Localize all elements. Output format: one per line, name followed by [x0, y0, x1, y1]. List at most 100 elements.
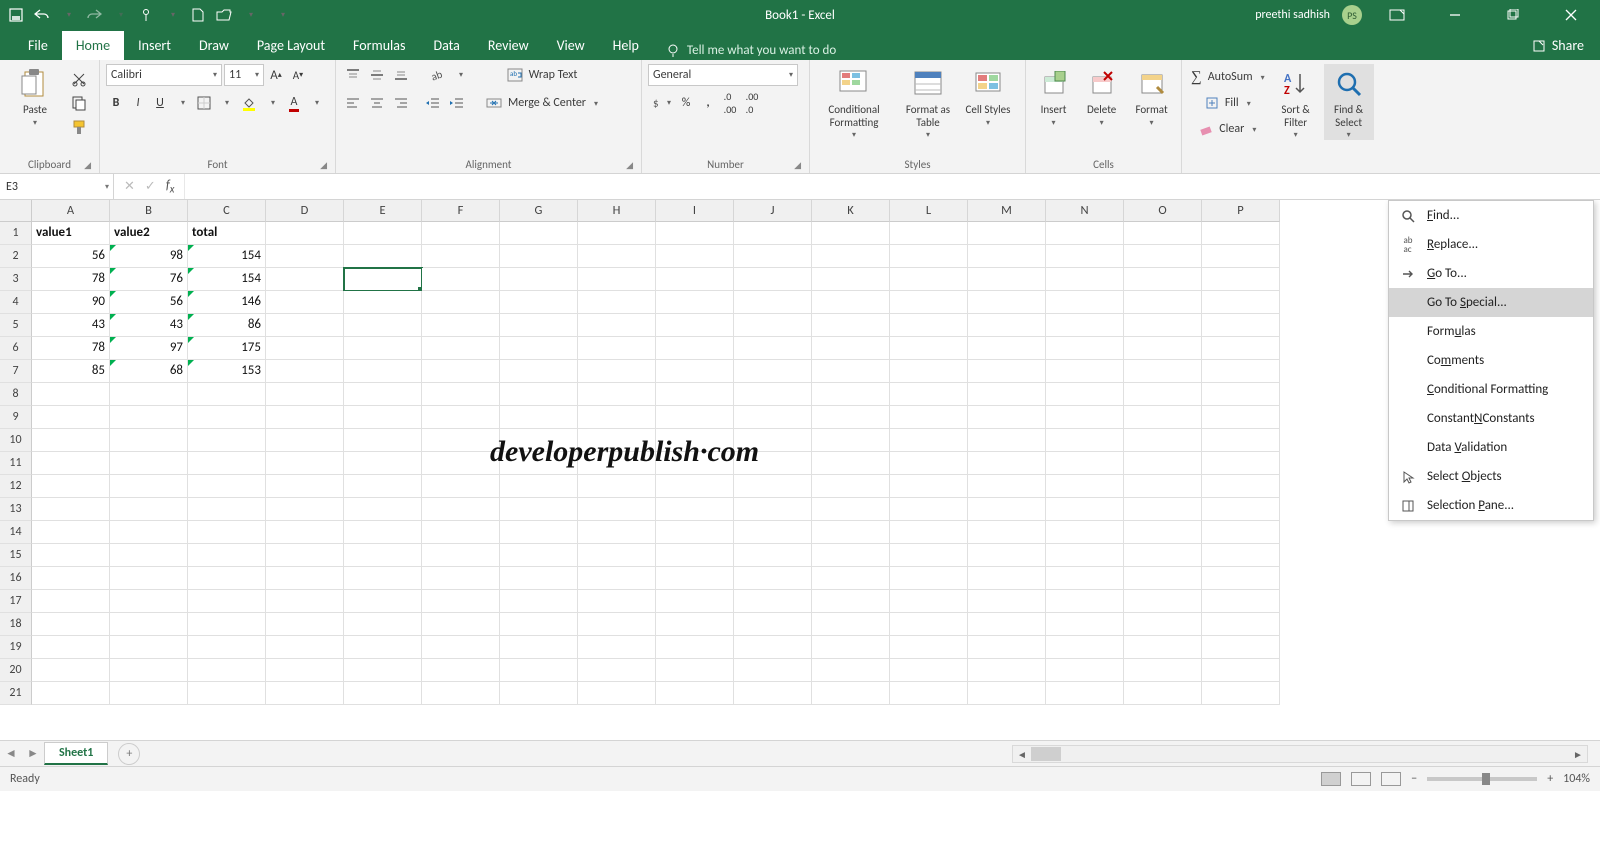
cell[interactable] — [188, 429, 266, 452]
cell[interactable] — [344, 613, 422, 636]
cell[interactable] — [266, 222, 344, 245]
cell[interactable]: 78 — [32, 337, 110, 360]
paste-button[interactable]: Paste ▾ — [6, 64, 64, 128]
row-header[interactable]: 10 — [0, 429, 32, 452]
cell[interactable] — [500, 521, 578, 544]
cell[interactable] — [578, 360, 656, 383]
cell[interactable] — [344, 659, 422, 682]
cell[interactable] — [1046, 314, 1124, 337]
cell[interactable] — [968, 429, 1046, 452]
cell[interactable]: value1 — [32, 222, 110, 245]
cell[interactable] — [578, 521, 656, 544]
cell[interactable]: 85 — [32, 360, 110, 383]
fill-color-dropdown[interactable] — [262, 92, 282, 114]
cell[interactable] — [734, 314, 812, 337]
cell[interactable] — [890, 521, 968, 544]
cell[interactable] — [890, 452, 968, 475]
cell[interactable] — [422, 521, 500, 544]
cell[interactable] — [890, 613, 968, 636]
cell[interactable] — [968, 406, 1046, 429]
cell[interactable] — [188, 659, 266, 682]
tab-formulas[interactable]: Formulas — [339, 31, 419, 60]
cell[interactable] — [890, 383, 968, 406]
close-button[interactable] — [1548, 0, 1594, 30]
cell[interactable] — [500, 590, 578, 613]
menu-item[interactable]: ConstantNConstants — [1389, 404, 1593, 433]
cell[interactable] — [1202, 613, 1280, 636]
cell[interactable] — [344, 360, 422, 383]
font-launcher-icon[interactable]: ◢ — [320, 160, 327, 171]
cell[interactable] — [890, 314, 968, 337]
new-file-icon[interactable] — [190, 7, 206, 23]
cell[interactable] — [344, 521, 422, 544]
horizontal-scrollbar[interactable]: ◄► — [1012, 745, 1588, 763]
view-page-layout-icon[interactable] — [1351, 772, 1371, 786]
menu-item[interactable]: Selection Pane... — [1389, 491, 1593, 520]
tab-home[interactable]: Home — [62, 31, 124, 60]
cell[interactable] — [812, 590, 890, 613]
cell[interactable] — [656, 613, 734, 636]
column-header[interactable]: A — [32, 200, 110, 222]
cell[interactable] — [656, 498, 734, 521]
cell[interactable] — [32, 452, 110, 475]
cell[interactable] — [344, 498, 422, 521]
cell[interactable] — [266, 314, 344, 337]
delete-cells-button[interactable]: Delete▾ — [1079, 64, 1124, 128]
column-header[interactable]: F — [422, 200, 500, 222]
cell[interactable] — [890, 245, 968, 268]
cell[interactable] — [1202, 659, 1280, 682]
cell[interactable] — [812, 452, 890, 475]
user-avatar[interactable]: PS — [1342, 5, 1362, 25]
orientation-icon[interactable]: ab — [426, 64, 448, 86]
column-header[interactable]: K — [812, 200, 890, 222]
cell[interactable] — [500, 636, 578, 659]
cell[interactable] — [1124, 406, 1202, 429]
cell[interactable] — [110, 636, 188, 659]
row-header[interactable]: 8 — [0, 383, 32, 406]
cell[interactable] — [1124, 291, 1202, 314]
view-normal-icon[interactable] — [1321, 772, 1341, 786]
format-as-table-button[interactable]: Format as Table▾ — [896, 64, 960, 140]
cell[interactable] — [188, 383, 266, 406]
cell[interactable] — [1046, 544, 1124, 567]
cell[interactable]: 56 — [110, 291, 188, 314]
column-header[interactable]: D — [266, 200, 344, 222]
cell[interactable] — [422, 636, 500, 659]
cell[interactable] — [500, 245, 578, 268]
menu-item[interactable]: Go To Special... — [1389, 288, 1593, 317]
column-header[interactable]: H — [578, 200, 656, 222]
cell[interactable] — [344, 245, 422, 268]
orientation-dropdown[interactable] — [450, 64, 470, 86]
user-name[interactable]: preethi sadhish — [1255, 8, 1330, 22]
cell[interactable] — [500, 337, 578, 360]
cell[interactable] — [734, 613, 812, 636]
cell[interactable] — [890, 337, 968, 360]
cell[interactable] — [188, 521, 266, 544]
fill-button[interactable]: Fill — [1188, 92, 1268, 114]
cell[interactable] — [812, 567, 890, 590]
cell[interactable] — [1046, 521, 1124, 544]
borders-dropdown[interactable] — [216, 92, 236, 114]
cell[interactable] — [1124, 521, 1202, 544]
cell[interactable] — [734, 406, 812, 429]
cell[interactable] — [812, 429, 890, 452]
cell[interactable] — [812, 222, 890, 245]
cell[interactable] — [734, 682, 812, 705]
cell[interactable]: 153 — [188, 360, 266, 383]
cell[interactable] — [656, 383, 734, 406]
cell[interactable] — [188, 406, 266, 429]
cell[interactable] — [32, 383, 110, 406]
cell[interactable] — [656, 245, 734, 268]
cell[interactable] — [1046, 268, 1124, 291]
cell[interactable] — [266, 429, 344, 452]
menu-item[interactable]: Formulas — [1389, 317, 1593, 346]
cell[interactable] — [734, 383, 812, 406]
cell[interactable] — [422, 567, 500, 590]
cell[interactable] — [422, 337, 500, 360]
column-header[interactable]: E — [344, 200, 422, 222]
column-header[interactable]: O — [1124, 200, 1202, 222]
redo-icon[interactable] — [86, 7, 102, 23]
tab-file[interactable]: File — [14, 31, 62, 60]
cell[interactable] — [188, 636, 266, 659]
cell[interactable] — [578, 475, 656, 498]
